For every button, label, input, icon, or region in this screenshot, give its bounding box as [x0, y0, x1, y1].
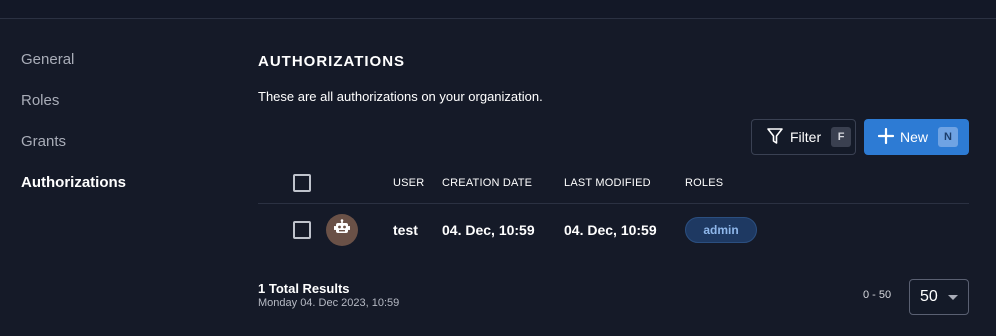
- page-description: These are all authorizations on your org…: [258, 89, 543, 104]
- filter-icon: [766, 127, 784, 148]
- robot-icon: [333, 218, 351, 242]
- pagination-range: 0 - 50: [863, 289, 892, 301]
- table-divider: [258, 203, 969, 204]
- settings-sidebar: General Roles Grants Authorizations: [21, 52, 201, 216]
- column-header-last-modified[interactable]: LAST MODIFIED: [564, 177, 651, 189]
- cell-last-modified: 04. Dec, 10:59: [564, 222, 657, 238]
- avatar: [326, 214, 358, 246]
- column-header-user[interactable]: USER: [393, 177, 424, 189]
- new-button-label: New: [900, 129, 929, 145]
- top-bar: [0, 0, 996, 19]
- total-results: 1 Total Results: [258, 281, 350, 296]
- filter-button[interactable]: Filter F: [751, 119, 856, 155]
- new-shortcut-badge: N: [938, 127, 959, 147]
- plus-icon: [877, 127, 895, 147]
- results-timestamp: Monday 04. Dec 2023, 10:59: [258, 297, 400, 309]
- sidebar-item-general[interactable]: General: [21, 52, 201, 93]
- sidebar-item-roles[interactable]: Roles: [21, 93, 201, 134]
- role-badge-admin: admin: [685, 217, 757, 243]
- cell-creation-date: 04. Dec, 10:59: [442, 222, 535, 238]
- page-title: AUTHORIZATIONS: [258, 53, 406, 70]
- sidebar-item-authorizations[interactable]: Authorizations: [21, 175, 201, 216]
- select-all-checkbox[interactable]: [293, 174, 311, 192]
- sidebar-item-grants[interactable]: Grants: [21, 134, 201, 175]
- new-button[interactable]: New N: [864, 119, 969, 155]
- column-header-creation-date[interactable]: CREATION DATE: [442, 177, 532, 189]
- chevron-down-icon: [948, 295, 958, 300]
- row-checkbox[interactable]: [293, 221, 311, 239]
- page-size-select[interactable]: 50: [909, 279, 969, 315]
- cell-user: test: [393, 222, 418, 238]
- page-size-value: 50: [920, 288, 938, 305]
- filter-shortcut-badge: F: [831, 127, 852, 147]
- filter-button-label: Filter: [790, 129, 822, 145]
- column-header-roles: ROLES: [685, 177, 724, 189]
